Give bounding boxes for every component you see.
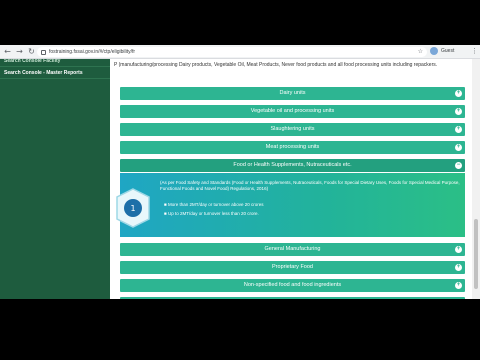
forward-icon[interactable]: →: [15, 47, 24, 56]
back-icon[interactable]: ←: [3, 47, 12, 56]
profile-label: Guest: [441, 48, 455, 54]
sidebar-item-search-console-facility[interactable]: Search Console Facility: [0, 59, 110, 67]
accordion-label: General Manufacturing: [264, 246, 321, 252]
url-text: fostraining.fssai.gov.in/#/ctp/eligibili…: [49, 49, 136, 55]
accordion-label: Slaughtering units: [270, 126, 315, 132]
sidebar-item-master-reports[interactable]: Search Console - Master Reports: [0, 67, 110, 79]
sidebar: Search Console Facility Search Console -…: [0, 59, 110, 299]
accordion-label: Non-specified food and food ingredients: [243, 282, 342, 288]
bookmark-star-icon[interactable]: ☆: [418, 48, 423, 55]
panel-description: (As per Food Safety and Standards (Food …: [160, 180, 460, 191]
accordion-label: Food or Health Supplements, Nutraceutica…: [233, 162, 352, 168]
accordion-next-partial[interactable]: [120, 297, 465, 299]
plus-icon: +: [455, 246, 462, 253]
intro-text: P (manufacturing/processing Dairy produc…: [114, 62, 438, 68]
accordion-dairy-units[interactable]: Dairy units +: [120, 87, 465, 100]
lock-icon: [41, 49, 46, 55]
accordion-proprietary-food[interactable]: Proprietary Food +: [120, 261, 465, 274]
panel-bullet: ■ Up to 2MT/day or turnover less than 20…: [164, 211, 259, 216]
panel-bullet: ■ More than 2MT/day or turnover above 20…: [164, 202, 264, 207]
profile-button[interactable]: Guest: [430, 47, 454, 55]
accordion-panel: (As per Food Safety and Standards (Food …: [120, 173, 465, 237]
accordion-general-manufacturing[interactable]: General Manufacturing +: [120, 243, 465, 256]
accordion-vegetable-oil[interactable]: Vegetable oil and processing units +: [120, 105, 465, 118]
plus-icon: +: [455, 264, 462, 271]
accordion-meat-processing[interactable]: Meat processing units +: [120, 141, 465, 154]
plus-icon: +: [455, 126, 462, 133]
svg-text:1: 1: [130, 204, 135, 213]
accordion-non-specified-food[interactable]: Non-specified food and food ingredients …: [120, 279, 465, 292]
main-content: P (manufacturing/processing Dairy produc…: [110, 59, 472, 299]
accordion-label: Dairy units: [279, 90, 306, 96]
scrollbar[interactable]: [472, 59, 480, 299]
scrollbar-thumb[interactable]: [474, 219, 478, 289]
plus-icon: +: [455, 282, 462, 289]
plus-icon: +: [455, 90, 462, 97]
accordion-label: Meat processing units: [265, 144, 320, 150]
browser-toolbar: ← → ↻ fostraining.fssai.gov.in/#/ctp/eli…: [0, 45, 480, 59]
browser-window: ← → ↻ fostraining.fssai.gov.in/#/ctp/eli…: [0, 45, 480, 299]
plus-icon: +: [455, 108, 462, 115]
minus-icon: −: [455, 162, 462, 169]
address-bar[interactable]: fostraining.fssai.gov.in/#/ctp/eligibili…: [37, 47, 427, 57]
accordion-label: Vegetable oil and processing units: [250, 108, 335, 114]
accordion-slaughtering[interactable]: Slaughtering units +: [120, 123, 465, 136]
accordion-health-supplements[interactable]: Food or Health Supplements, Nutraceutica…: [120, 159, 465, 172]
certificate-badge-icon: 1: [116, 188, 150, 228]
reload-icon[interactable]: ↻: [27, 47, 36, 56]
avatar: [430, 47, 438, 55]
plus-icon: +: [455, 144, 462, 151]
accordion-label: Proprietary Food: [272, 264, 313, 270]
kebab-menu-icon[interactable]: ⋮: [471, 47, 478, 55]
